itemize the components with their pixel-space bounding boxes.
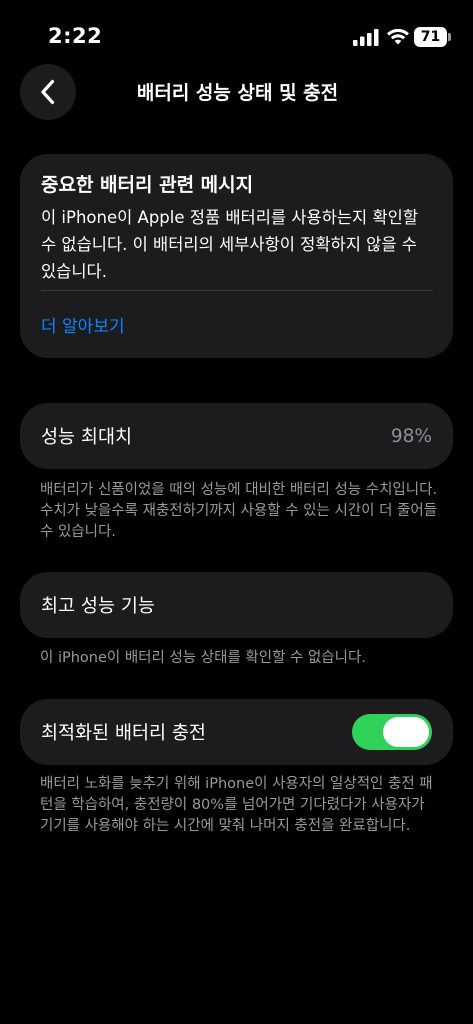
important-message-card: 중요한 배터리 관련 메시지 이 iPhone이 Apple 정품 배터리를 사… — [20, 154, 453, 358]
optimized-charging-note: 배터리 노화를 늦추기 위해 iPhone이 사용자의 일상적인 충전 패턴을 … — [40, 776, 433, 834]
peak-performance-note: 이 iPhone이 배터리 성능 상태를 확인할 수 없습니다. — [40, 650, 366, 666]
maximum-capacity-label: 성능 최대치 — [41, 427, 132, 448]
optimized-charging-row: 최적화된 배터리 충전 — [20, 699, 453, 765]
battery-level: 71 — [414, 27, 447, 47]
wifi-icon — [387, 28, 409, 45]
optimized-charging-toggle[interactable] — [352, 714, 432, 750]
divider — [41, 290, 433, 291]
peak-performance-row: 최고 성능 기능 — [20, 572, 453, 638]
status-time: 2:22 — [48, 24, 103, 48]
battery-icon: 71 — [414, 27, 451, 47]
maximum-capacity-row: 성능 최대치 98% — [20, 403, 453, 469]
optimized-charging-label: 최적화된 배터리 충전 — [41, 723, 206, 744]
message-title: 중요한 배터리 관련 메시지 — [41, 174, 254, 196]
toggle-knob — [383, 717, 429, 747]
learn-more-link[interactable]: 더 알아보기 — [41, 312, 125, 337]
battery-nub — [448, 33, 451, 41]
page-title: 배터리 성능 상태 및 충전 — [0, 78, 473, 105]
page-title-text: 배터리 성능 상태 및 충전 — [136, 82, 339, 104]
status-bar: 2:22 71 — [0, 0, 473, 72]
peak-performance-label: 최고 성능 기능 — [41, 596, 155, 617]
message-body: 이 iPhone이 Apple 정품 배터리를 사용하는지 확인할 수 없습니다… — [41, 208, 419, 281]
maximum-capacity-note: 배터리가 신품이었을 때의 성능에 대비한 배터리 성능 수치입니다. 수치가 … — [40, 482, 438, 540]
maximum-capacity-value: 98% — [390, 425, 432, 447]
cellular-signal-icon — [353, 29, 379, 46]
